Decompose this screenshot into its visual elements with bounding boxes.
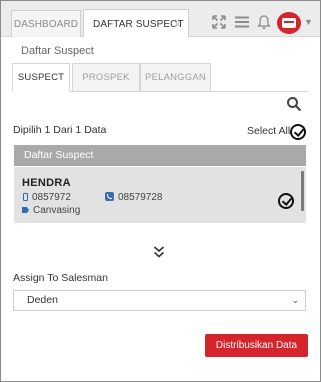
tab-daftar-suspect[interactable]: DAFTAR SUSPECT ×	[83, 9, 189, 38]
tab-pelanggan[interactable]: PELANGGAN	[140, 63, 211, 92]
list-header: Daftar Suspect	[14, 145, 306, 166]
menu-icon[interactable]	[234, 14, 250, 30]
chevron-down-icon: ⌄	[291, 295, 299, 305]
expand-icon[interactable]	[211, 14, 227, 30]
close-tab-icon[interactable]: ×	[174, 10, 181, 39]
search-icon[interactable]	[286, 96, 302, 112]
mobile-icon	[23, 193, 28, 201]
assign-salesman-label: Assign To Salesman	[13, 272, 108, 284]
page-title: Daftar Suspect	[21, 45, 94, 57]
salesman-select[interactable]: Deden ⌄	[13, 290, 306, 311]
top-tab-bar: DASHBOARD DAFTAR SUSPECT × ▼	[1, 1, 320, 38]
tab-suspect[interactable]: SUSPECT	[12, 63, 70, 92]
double-chevron-down-icon[interactable]	[153, 245, 165, 259]
mobile-row: 0857972	[23, 192, 71, 203]
tab-dashboard[interactable]: DASHBOARD	[11, 10, 81, 37]
phone-icon	[105, 192, 114, 201]
select-all-label[interactable]: Select All	[247, 125, 290, 137]
tab-dashboard-label: DASHBOARD	[13, 19, 79, 30]
tag-row: Canvasing	[22, 205, 80, 216]
item-check-icon[interactable]	[278, 193, 294, 209]
contact-name: HENDRA	[22, 177, 71, 189]
chevron-down-icon[interactable]: ▼	[304, 17, 313, 27]
bell-icon[interactable]	[256, 14, 272, 30]
avatar[interactable]	[277, 12, 301, 34]
list-item[interactable]: HENDRA 0857972 08579728 Canvasing	[14, 167, 306, 223]
store-icon	[282, 18, 296, 28]
salesman-select-value: Deden	[27, 294, 58, 306]
sub-tabs: SUSPECT PROSPEK PELANGGAN	[12, 63, 308, 92]
select-all-check-icon[interactable]	[290, 124, 306, 140]
mobile-number: 0857972	[32, 192, 71, 203]
list-scrollbar[interactable]	[301, 171, 304, 211]
source-tag: Canvasing	[33, 205, 81, 216]
distribute-data-button[interactable]: Distribusikan Data	[205, 334, 308, 357]
tab-prospek[interactable]: PROSPEK	[72, 63, 140, 92]
phone-row: 08579728	[105, 192, 163, 203]
phone-number: 08579728	[118, 192, 163, 203]
selected-count-text: Dipilih 1 Dari 1 Data	[13, 124, 107, 136]
tab-daftar-suspect-label: DAFTAR SUSPECT	[93, 19, 184, 30]
tag-icon	[22, 207, 29, 213]
